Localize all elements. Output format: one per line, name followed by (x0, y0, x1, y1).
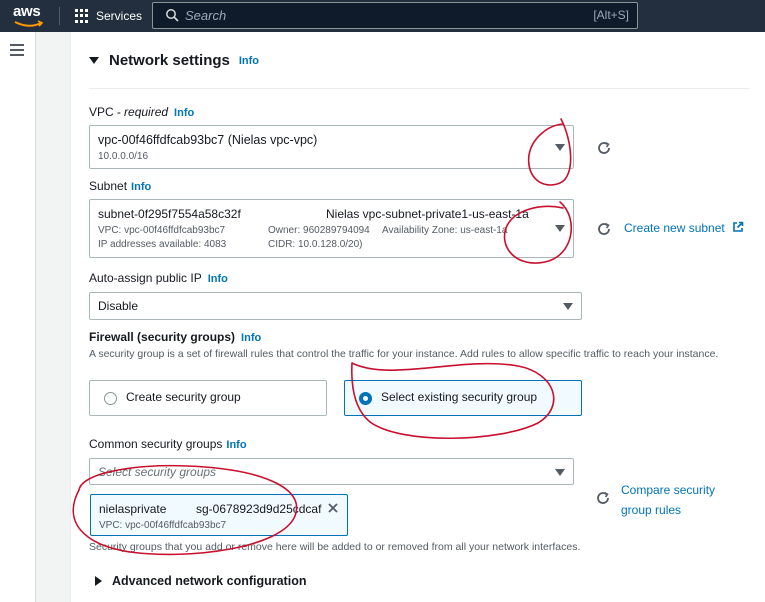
public-ip-info-link[interactable]: Info (208, 273, 228, 285)
subnet-info-link[interactable]: Info (131, 181, 151, 193)
topbar-divider (59, 7, 60, 25)
search-shortcut-hint: [Alt+S] (593, 8, 629, 22)
network-settings-header[interactable]: Network settings Info (89, 52, 259, 69)
subnet-ips-line: IP addresses available: 4083 (98, 239, 227, 250)
hamburger-menu-icon[interactable] (10, 44, 24, 56)
subnet-dropdown-arrow-icon (555, 225, 565, 232)
security-groups-placeholder: Select security groups (98, 465, 217, 479)
search-placeholder: Search (185, 8, 227, 23)
aws-logo[interactable]: aws (13, 3, 47, 29)
select-existing-sg-radio[interactable] (359, 392, 372, 405)
subnet-refresh-icon[interactable] (596, 221, 612, 237)
collapse-caret-icon (89, 57, 99, 64)
vpc-label-text: VPC (89, 105, 114, 119)
vpc-select[interactable]: vpc-00f46ffdfcab93bc7 (Nielas vpc-vpc) 1… (89, 125, 574, 169)
subnet-az-line: Availability Zone: us-east-1a (382, 225, 508, 236)
subnet-label-text: Subnet (89, 179, 128, 193)
public-ip-dropdown-arrow-icon (563, 303, 573, 310)
aws-smile-icon (14, 20, 44, 27)
external-link-icon (733, 221, 744, 232)
create-new-subnet-link[interactable]: Create new subnet (624, 221, 744, 235)
expand-caret-icon (95, 576, 102, 586)
vpc-select-value: vpc-00f46ffdfcab93bc7 (Nielas vpc-vpc) (98, 133, 318, 147)
security-groups-refresh-icon[interactable] (595, 490, 611, 506)
public-ip-label: Auto-assign public IP Info (89, 271, 228, 285)
services-menu-button[interactable]: Services (75, 6, 142, 26)
vpc-dropdown-arrow-icon (555, 144, 565, 151)
token-sg-name: nielasprivate (99, 502, 167, 516)
subnet-vpc-line: VPC: vpc-00f46ffdfcab93bc7 (98, 225, 226, 236)
token-sg-id: sg-0678923d9d25cdcaf (196, 502, 322, 516)
global-search-input[interactable]: Search [Alt+S] (152, 2, 638, 29)
select-existing-security-group-option[interactable]: Select existing security group (344, 380, 582, 416)
subnet-id: subnet-0f295f7554a58c32f (98, 207, 241, 221)
create-security-group-option[interactable]: Create security group (89, 380, 327, 416)
section-info-link[interactable]: Info (239, 55, 259, 67)
select-existing-sg-label: Select existing security group (381, 390, 538, 404)
security-groups-select[interactable]: Select security groups (89, 458, 574, 485)
aws-logo-text: aws (13, 3, 41, 20)
advanced-network-configuration-label: Advanced network configuration (112, 574, 307, 588)
firewall-label: Firewall (security groups) Info (89, 330, 261, 344)
security-groups-footnote: Security groups that you add or remove h… (89, 541, 581, 553)
remove-security-group-icon[interactable] (327, 502, 339, 514)
section-title: Network settings (109, 52, 230, 69)
compare-security-group-rules-link[interactable]: Compare security group rules (621, 480, 715, 520)
top-navigation-bar: aws Services Search [Alt+S] (0, 0, 765, 32)
subnet-name: Nielas vpc-subnet-private1-us-east-1a (326, 207, 529, 221)
security-groups-dropdown-arrow-icon (555, 469, 565, 476)
vpc-cidr: 10.0.0.0/16 (98, 151, 149, 162)
services-label: Services (96, 9, 143, 23)
public-ip-label-text: Auto-assign public IP (89, 271, 202, 285)
network-settings-panel: Network settings Info VPC - required Inf… (70, 32, 765, 602)
compare-link-line2: group rules (621, 503, 682, 517)
subnet-cidr-line: CIDR: 10.0.128.0/20) (268, 239, 363, 250)
common-sg-label: Common security groups Info (89, 437, 247, 451)
firewall-info-link[interactable]: Info (241, 332, 261, 344)
search-icon (166, 9, 179, 22)
vpc-required-text: - required (116, 105, 169, 119)
public-ip-select[interactable]: Disable (89, 292, 582, 320)
side-navigation-rail (0, 32, 36, 602)
security-group-token: nielasprivate sg-0678923d9d25cdcaf VPC: … (90, 494, 348, 536)
public-ip-value: Disable (98, 299, 139, 313)
token-sg-vpc: VPC: vpc-00f46ffdfcab93bc7 (99, 520, 227, 531)
compare-link-line1: Compare security (621, 483, 716, 497)
create-sg-label: Create security group (126, 390, 241, 404)
create-new-subnet-label: Create new subnet (624, 221, 725, 235)
subnet-label: Subnet Info (89, 179, 151, 193)
section-divider (89, 88, 749, 89)
firewall-description: A security group is a set of firewall ru… (89, 348, 719, 360)
vpc-label: VPC - required Info (89, 105, 194, 119)
common-sg-info-link[interactable]: Info (226, 439, 246, 451)
services-grid-icon (75, 9, 89, 23)
common-sg-label-text: Common security groups (89, 437, 223, 451)
advanced-network-configuration-toggle[interactable]: Advanced network configuration (95, 574, 306, 588)
vpc-refresh-icon[interactable] (596, 140, 612, 156)
vpc-info-link[interactable]: Info (174, 107, 194, 119)
subnet-owner-line: Owner: 960289794094 (268, 225, 370, 236)
subnet-select[interactable]: subnet-0f295f7554a58c32f Nielas vpc-subn… (89, 199, 574, 258)
create-sg-radio[interactable] (104, 392, 117, 405)
firewall-label-text: Firewall (security groups) (89, 330, 236, 344)
